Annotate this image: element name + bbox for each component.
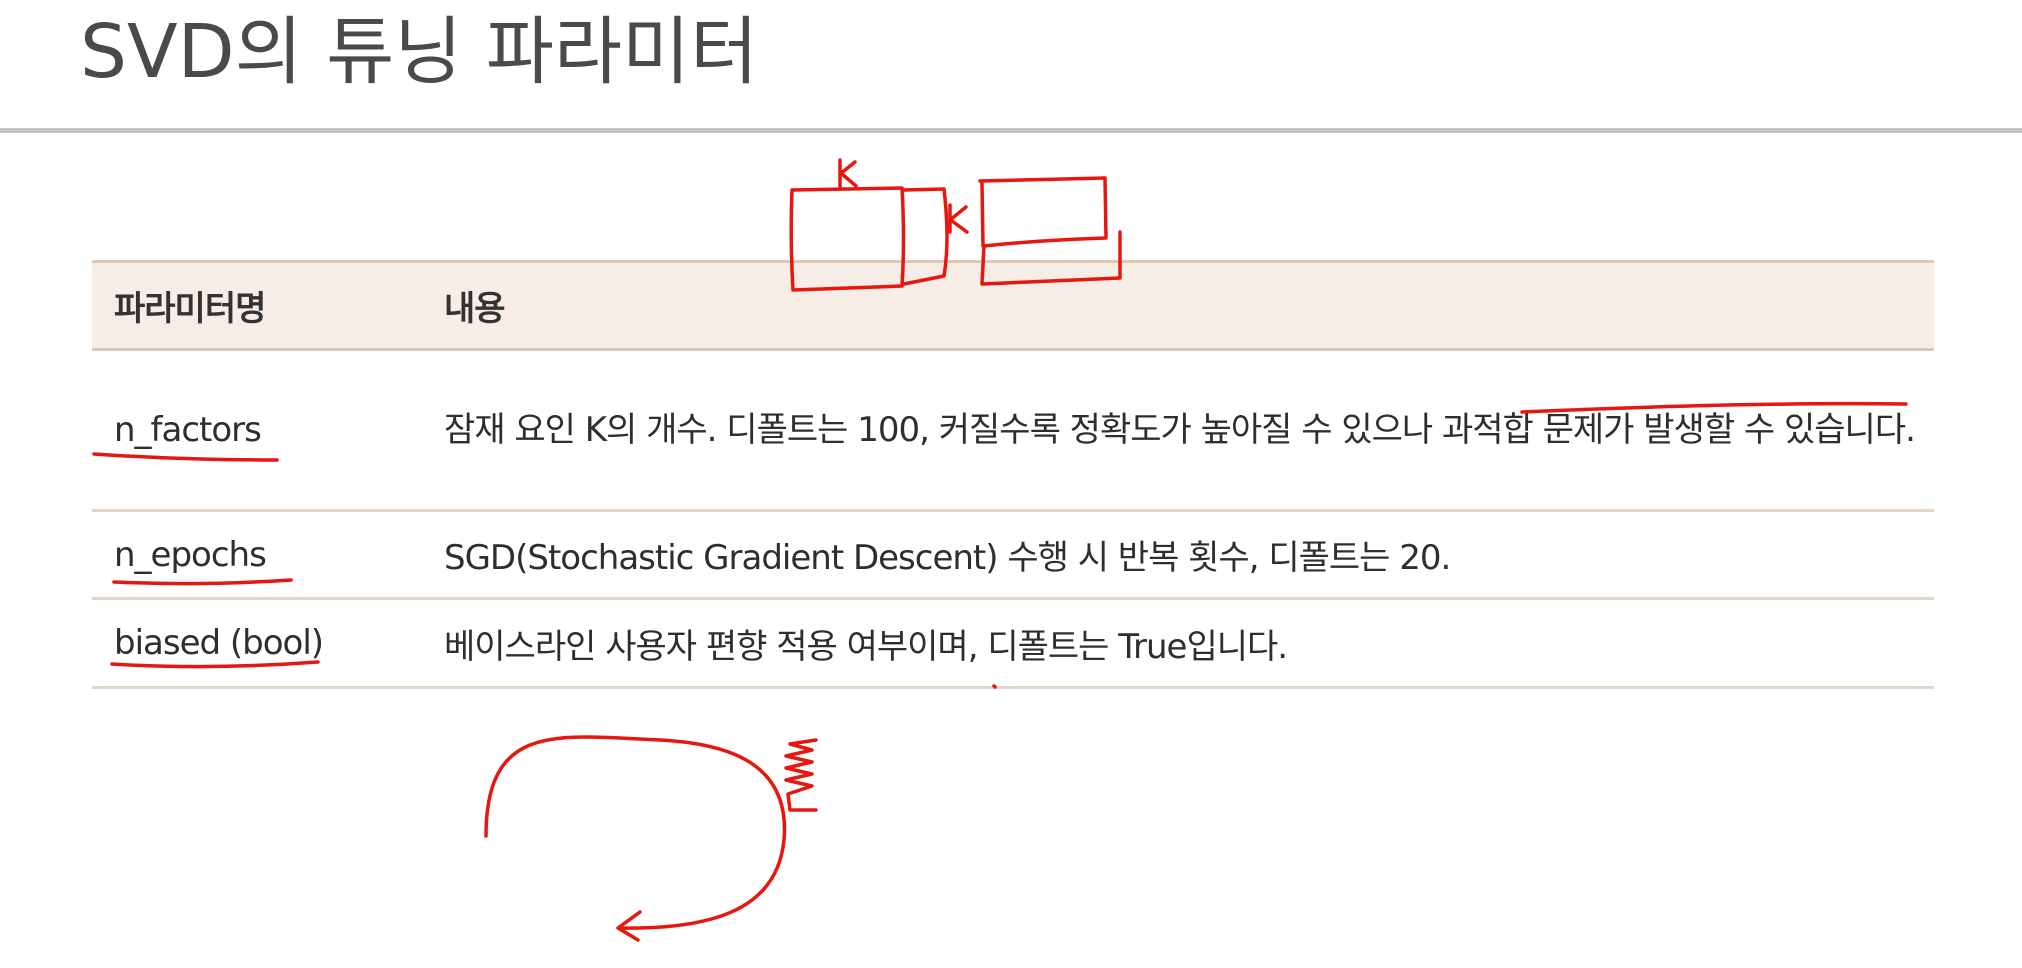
param-desc-n-factors: 잠재 요인 K의 개수. 디폴트는 100, 커질수록 정확도가 높아질 수 있… [444, 349, 1934, 512]
table-header-row: 파라미터명 내용 [92, 260, 1934, 351]
k-mark-side [948, 203, 969, 234]
table-row: biased (bool) 베이스라인 사용자 편향 적용 여부이며, 디폴트는… [92, 598, 1934, 689]
param-name-biased: biased (bool) [92, 598, 444, 689]
loop-arrow [484, 735, 787, 930]
k-label-top: K [830, 159, 831, 161]
param-desc-biased: 베이스라인 사용자 편향 적용 여부이며, 디폴트는 True입니다. [444, 598, 1934, 689]
table-row: n_epochs SGD(Stochastic Gradient Descent… [92, 510, 1934, 600]
slide-title: SVD의 튜닝 파라미터 [80, 9, 759, 95]
table-row: n_factors 잠재 요인 K의 개수. 디폴트는 100, 커질수록 정확… [92, 349, 1934, 512]
param-name-n-factors: n_factors [92, 349, 444, 512]
header-description: 내용 [444, 260, 1934, 351]
zigzag-mark [784, 738, 818, 812]
title-divider [0, 128, 2022, 133]
k-label-side: K [945, 204, 946, 206]
header-parameter-name: 파라미터명 [92, 260, 444, 351]
k-mark-top [838, 158, 858, 190]
matrix-sketch-right-divider [980, 181, 985, 248]
param-desc-n-epochs: SGD(Stochastic Gradient Descent) 수행 시 반복… [444, 510, 1934, 600]
loop-arrowhead [616, 910, 642, 942]
param-name-n-epochs: n_epochs [92, 510, 444, 600]
parameter-table: 파라미터명 내용 n_factors 잠재 요인 K의 개수. 디폴트는 100… [92, 260, 1934, 689]
